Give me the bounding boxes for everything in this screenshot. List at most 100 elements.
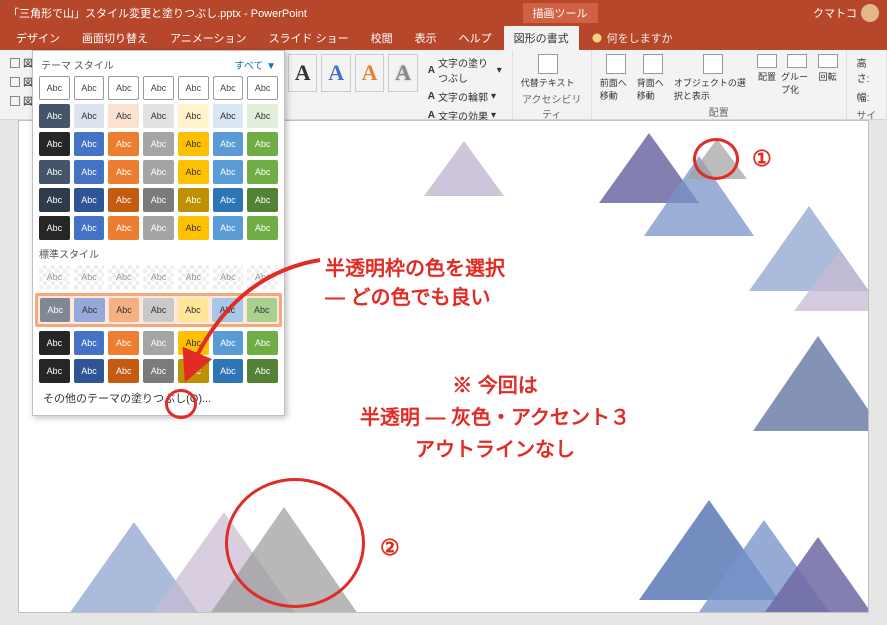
style-swatch[interactable]: Abc bbox=[74, 265, 105, 289]
tab-help[interactable]: ヘルプ bbox=[449, 26, 502, 50]
style-swatch[interactable]: Abc bbox=[109, 298, 139, 322]
arrange-group-label: 配置 bbox=[600, 102, 838, 119]
wordart-style-1[interactable]: A bbox=[288, 54, 317, 92]
tab-view[interactable]: 表示 bbox=[405, 26, 447, 50]
style-swatch[interactable]: Abc bbox=[108, 188, 139, 212]
style-swatch[interactable]: Abc bbox=[213, 76, 244, 100]
style-swatch[interactable]: Abc bbox=[178, 188, 209, 212]
height-field[interactable]: 高さ: bbox=[855, 54, 878, 86]
style-swatch[interactable]: Abc bbox=[108, 104, 139, 128]
style-swatch[interactable]: Abc bbox=[108, 160, 139, 184]
align-button[interactable]: 配置 bbox=[757, 54, 777, 83]
style-swatch[interactable]: Abc bbox=[247, 216, 278, 240]
style-swatch[interactable]: Abc bbox=[213, 132, 244, 156]
style-swatch[interactable]: Abc bbox=[213, 216, 244, 240]
marker-number-2: ② bbox=[380, 535, 400, 561]
style-swatch[interactable]: Abc bbox=[39, 331, 70, 355]
tab-transitions[interactable]: 画面切り替え bbox=[72, 26, 158, 50]
style-swatch[interactable]: Abc bbox=[74, 104, 105, 128]
user-name: クマトコ bbox=[813, 5, 857, 21]
outline-icon bbox=[10, 77, 20, 87]
send-backward-button[interactable]: 背面へ移動 bbox=[637, 54, 670, 102]
style-swatch[interactable]: Abc bbox=[39, 76, 70, 100]
style-swatch[interactable]: Abc bbox=[74, 76, 105, 100]
style-swatch[interactable]: Abc bbox=[74, 216, 105, 240]
style-swatch[interactable]: Abc bbox=[39, 216, 70, 240]
document-title: 「三角形で山」スタイル変更と塗りつぶし.pptx - PowerPoint bbox=[8, 5, 307, 21]
style-swatch[interactable]: Abc bbox=[247, 160, 278, 184]
style-swatch[interactable]: Abc bbox=[39, 104, 70, 128]
contextual-tools-label: 描画ツール bbox=[523, 3, 598, 23]
text-outline-button[interactable]: A文字の輪郭 ▾ bbox=[426, 88, 504, 105]
style-swatch[interactable]: Abc bbox=[213, 104, 244, 128]
alt-text-icon bbox=[538, 54, 558, 74]
align-icon bbox=[757, 54, 777, 68]
style-swatch[interactable]: Abc bbox=[178, 132, 209, 156]
rotate-icon bbox=[818, 54, 838, 68]
marker-number-1: ① bbox=[752, 146, 772, 172]
style-swatch[interactable]: Abc bbox=[74, 188, 105, 212]
width-field[interactable]: 幅: bbox=[855, 88, 878, 105]
style-swatch[interactable]: Abc bbox=[213, 188, 244, 212]
style-swatch[interactable]: Abc bbox=[39, 359, 70, 383]
style-swatch[interactable]: Abc bbox=[143, 160, 174, 184]
style-swatch[interactable]: Abc bbox=[143, 188, 174, 212]
text-fill-button[interactable]: A文字の塗りつぶし ▾ bbox=[426, 54, 504, 86]
style-swatch[interactable]: Abc bbox=[247, 188, 278, 212]
style-swatch[interactable]: Abc bbox=[108, 331, 139, 355]
style-swatch[interactable]: Abc bbox=[39, 160, 70, 184]
tell-me-search[interactable]: 何をしますか bbox=[581, 26, 683, 50]
style-swatch[interactable]: Abc bbox=[143, 76, 174, 100]
style-swatch[interactable]: Abc bbox=[74, 160, 105, 184]
style-swatch[interactable]: Abc bbox=[108, 76, 139, 100]
style-swatch[interactable]: Abc bbox=[108, 265, 139, 289]
show-all-styles[interactable]: すべて ▼ bbox=[234, 57, 276, 72]
style-swatch[interactable]: Abc bbox=[40, 298, 70, 322]
rotate-button[interactable]: 回転 bbox=[818, 54, 838, 83]
style-swatch[interactable]: Abc bbox=[74, 298, 104, 322]
style-swatch[interactable]: Abc bbox=[143, 216, 174, 240]
style-swatch[interactable]: Abc bbox=[39, 265, 70, 289]
style-swatch[interactable]: Abc bbox=[108, 132, 139, 156]
wordart-style-2[interactable]: A bbox=[321, 54, 350, 92]
triangle-shape[interactable] bbox=[758, 537, 869, 613]
style-swatch[interactable]: Abc bbox=[178, 76, 209, 100]
group-button[interactable]: グループ化 bbox=[781, 54, 814, 96]
bring-forward-button[interactable]: 前面へ移動 bbox=[600, 54, 633, 102]
triangle-shape[interactable] bbox=[424, 141, 504, 196]
wordart-style-4[interactable]: A bbox=[388, 54, 417, 92]
tab-shape-format[interactable]: 図形の書式 bbox=[504, 26, 579, 50]
wordart-style-3[interactable]: A bbox=[355, 54, 384, 92]
avatar-icon bbox=[861, 4, 879, 22]
style-swatch[interactable]: Abc bbox=[178, 216, 209, 240]
marker-circle-2 bbox=[225, 478, 365, 608]
theme-styles-grid: AbcAbcAbcAbcAbcAbcAbc AbcAbcAbcAbcAbcAbc… bbox=[37, 74, 280, 242]
style-swatch[interactable]: Abc bbox=[74, 132, 105, 156]
style-swatch[interactable]: Abc bbox=[74, 331, 105, 355]
style-swatch[interactable]: Abc bbox=[247, 132, 278, 156]
triangle-shape[interactable] bbox=[753, 336, 869, 431]
style-swatch[interactable]: Abc bbox=[39, 132, 70, 156]
style-swatch[interactable]: Abc bbox=[178, 160, 209, 184]
style-swatch[interactable]: Abc bbox=[143, 104, 174, 128]
selection-pane-button[interactable]: オブジェクトの選択と表示 bbox=[674, 54, 753, 102]
style-swatch[interactable]: Abc bbox=[247, 76, 278, 100]
style-swatch[interactable]: Abc bbox=[143, 132, 174, 156]
tab-design[interactable]: デザイン bbox=[6, 26, 70, 50]
style-swatch[interactable]: Abc bbox=[178, 104, 209, 128]
style-swatch[interactable]: Abc bbox=[74, 359, 105, 383]
style-swatch[interactable]: Abc bbox=[247, 104, 278, 128]
annotation-arrow bbox=[170, 245, 340, 395]
tab-animations[interactable]: アニメーション bbox=[160, 26, 257, 50]
tab-review[interactable]: 校閲 bbox=[361, 26, 403, 50]
alt-text-button[interactable]: 代替テキスト bbox=[521, 54, 575, 89]
user-account[interactable]: クマトコ bbox=[813, 4, 879, 22]
tab-slideshow[interactable]: スライド ショー bbox=[259, 26, 359, 50]
style-swatch[interactable]: Abc bbox=[108, 359, 139, 383]
ribbon-group-wordart: A A A A A文字の塗りつぶし ▾ A文字の輪郭 ▾ A文字の効果 ▾ ワー… bbox=[280, 50, 513, 119]
style-swatch[interactable]: Abc bbox=[108, 216, 139, 240]
style-swatch[interactable]: Abc bbox=[213, 160, 244, 184]
style-swatch[interactable]: Abc bbox=[39, 188, 70, 212]
send-backward-icon bbox=[643, 54, 663, 74]
triangle-shape[interactable] bbox=[794, 251, 869, 311]
